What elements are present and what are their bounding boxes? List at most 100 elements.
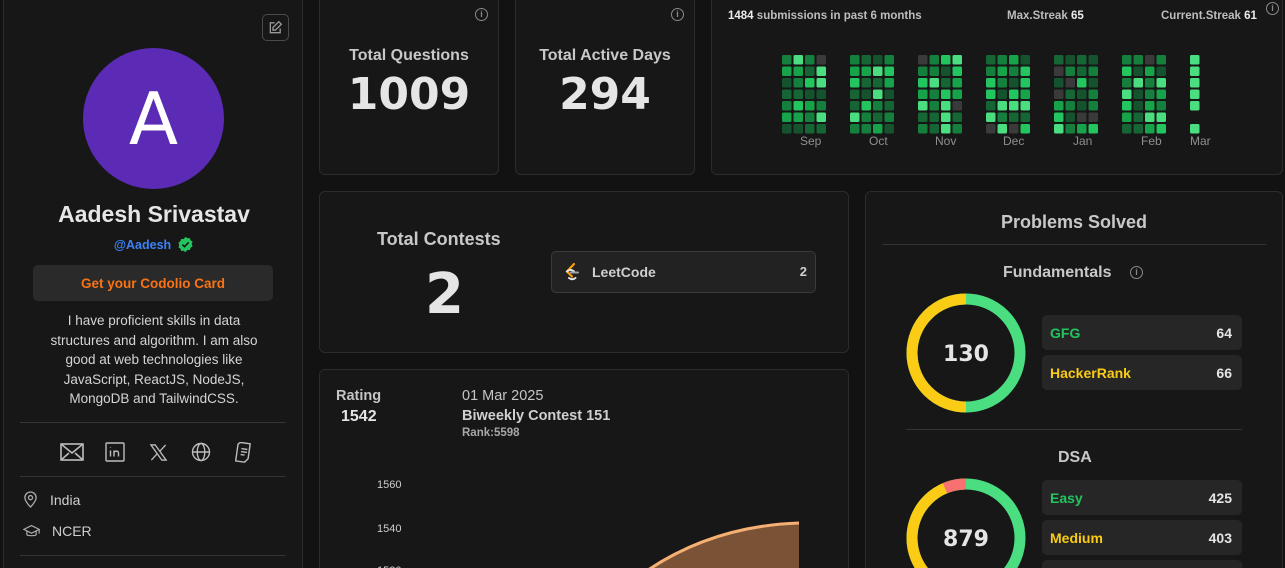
heatmap-cell[interactable] xyxy=(997,124,1008,134)
heatmap-cell[interactable] xyxy=(1190,78,1200,88)
heatmap-cell[interactable] xyxy=(1088,66,1099,77)
heatmap-cell[interactable] xyxy=(1145,101,1155,111)
heatmap-cell[interactable] xyxy=(793,89,804,100)
heatmap-cell[interactable] xyxy=(861,112,872,123)
heatmap-cell[interactable] xyxy=(918,101,928,111)
codolio-card-button[interactable]: Get your Codolio Card xyxy=(33,265,273,301)
heatmap-cell[interactable] xyxy=(884,55,895,65)
heatmap-cell[interactable] xyxy=(952,55,963,65)
leetcode-contest-row[interactable]: LeetCode 2 xyxy=(551,251,816,293)
heatmap-cell[interactable] xyxy=(1156,55,1167,65)
heatmap-cell[interactable] xyxy=(997,78,1008,88)
heatmap-cell[interactable] xyxy=(1065,124,1076,134)
heatmap-cell[interactable] xyxy=(918,89,928,100)
heatmap-cell[interactable] xyxy=(793,55,804,65)
heatmap-cell[interactable] xyxy=(1020,66,1031,77)
heatmap-cell[interactable] xyxy=(884,66,895,77)
heatmap-cell[interactable] xyxy=(918,112,928,123)
heatmap-cell[interactable] xyxy=(1088,55,1099,65)
heatmap-cell[interactable] xyxy=(929,101,940,111)
heatmap-cell[interactable] xyxy=(986,66,996,77)
heatmap-cell[interactable] xyxy=(1133,66,1144,77)
heatmap-cell[interactable] xyxy=(1009,89,1019,100)
heatmap-cell[interactable] xyxy=(1190,89,1200,100)
heatmap-cell[interactable] xyxy=(929,78,940,88)
heatmap-cell[interactable] xyxy=(1122,112,1132,123)
heatmap-cell[interactable] xyxy=(816,89,827,100)
heatmap-cell[interactable] xyxy=(986,112,996,123)
heatmap-cell[interactable] xyxy=(1156,124,1167,134)
heatmap-cell[interactable] xyxy=(918,55,928,65)
heatmap-cell[interactable] xyxy=(1133,124,1144,134)
heatmap-cell[interactable] xyxy=(986,124,996,134)
resume-icon[interactable] xyxy=(231,439,257,465)
heatmap-cell[interactable] xyxy=(1190,112,1200,123)
heatmap-cell[interactable] xyxy=(1122,89,1132,100)
heatmap-cell[interactable] xyxy=(929,124,940,134)
heatmap-cell[interactable] xyxy=(1145,66,1155,77)
heatmap-cell[interactable] xyxy=(929,89,940,100)
heatmap-cell[interactable] xyxy=(1065,101,1076,111)
heatmap-cell[interactable] xyxy=(997,55,1008,65)
heatmap-cell[interactable] xyxy=(850,124,860,134)
heatmap-cell[interactable] xyxy=(1156,78,1167,88)
heatmap-cell[interactable] xyxy=(1077,101,1087,111)
heatmap-cell[interactable] xyxy=(805,89,815,100)
heatmap-cell[interactable] xyxy=(873,55,883,65)
heatmap-cell[interactable] xyxy=(816,101,827,111)
heatmap-cell[interactable] xyxy=(1077,55,1087,65)
heatmap-cell[interactable] xyxy=(793,66,804,77)
heatmap-cell[interactable] xyxy=(941,55,951,65)
heatmap-cell[interactable] xyxy=(884,112,895,123)
heatmap-cell[interactable] xyxy=(782,66,792,77)
heatmap-cell[interactable] xyxy=(1065,55,1076,65)
heatmap-cell[interactable] xyxy=(1054,112,1064,123)
heatmap-cell[interactable] xyxy=(873,124,883,134)
heatmap-cell[interactable] xyxy=(1020,101,1031,111)
heatmap-cell[interactable] xyxy=(873,112,883,123)
heatmap-cell[interactable] xyxy=(873,101,883,111)
info-icon[interactable]: i xyxy=(475,8,488,21)
heatmap-cell[interactable] xyxy=(1122,55,1132,65)
heatmap-cell[interactable] xyxy=(1065,66,1076,77)
heatmap-cell[interactable] xyxy=(805,66,815,77)
heatmap-cell[interactable] xyxy=(782,55,792,65)
heatmap-cell[interactable] xyxy=(952,78,963,88)
heatmap-cell[interactable] xyxy=(1145,55,1155,65)
heatmap-cell[interactable] xyxy=(1065,112,1076,123)
heatmap-cell[interactable] xyxy=(929,112,940,123)
profile-handle[interactable]: @Aadesh xyxy=(114,238,171,252)
heatmap-cell[interactable] xyxy=(941,124,951,134)
heatmap-cell[interactable] xyxy=(1122,124,1132,134)
heatmap-cell[interactable] xyxy=(1088,112,1099,123)
heatmap-cell[interactable] xyxy=(793,112,804,123)
heatmap-cell[interactable] xyxy=(1020,124,1031,134)
heatmap-cell[interactable] xyxy=(1065,89,1076,100)
heatmap-cell[interactable] xyxy=(918,124,928,134)
heatmap-cell[interactable] xyxy=(850,89,860,100)
heatmap-cell[interactable] xyxy=(782,89,792,100)
heatmap-cell[interactable] xyxy=(941,112,951,123)
heatmap-cell[interactable] xyxy=(861,55,872,65)
heatmap-cell[interactable] xyxy=(1190,124,1200,134)
heatmap-cell[interactable] xyxy=(1190,55,1200,65)
heatmap-cell[interactable] xyxy=(782,124,792,134)
heatmap-cell[interactable] xyxy=(1009,78,1019,88)
heatmap-cell[interactable] xyxy=(1009,101,1019,111)
heatmap-cell[interactable] xyxy=(782,112,792,123)
heatmap-cell[interactable] xyxy=(952,112,963,123)
heatmap-cell[interactable] xyxy=(941,78,951,88)
heatmap-cell[interactable] xyxy=(816,124,827,134)
heatmap-cell[interactable] xyxy=(1156,66,1167,77)
heatmap-cell[interactable] xyxy=(1009,55,1019,65)
heatmap-cell[interactable] xyxy=(1009,124,1019,134)
heatmap-cell[interactable] xyxy=(1077,124,1087,134)
heatmap-cell[interactable] xyxy=(952,66,963,77)
heatmap-cell[interactable] xyxy=(1190,66,1200,77)
heatmap-cell[interactable] xyxy=(884,124,895,134)
heatmap-cell[interactable] xyxy=(805,78,815,88)
heatmap-cell[interactable] xyxy=(850,55,860,65)
heatmap-cell[interactable] xyxy=(1065,78,1076,88)
heatmap-cell[interactable] xyxy=(1122,66,1132,77)
heatmap-cell[interactable] xyxy=(952,89,963,100)
